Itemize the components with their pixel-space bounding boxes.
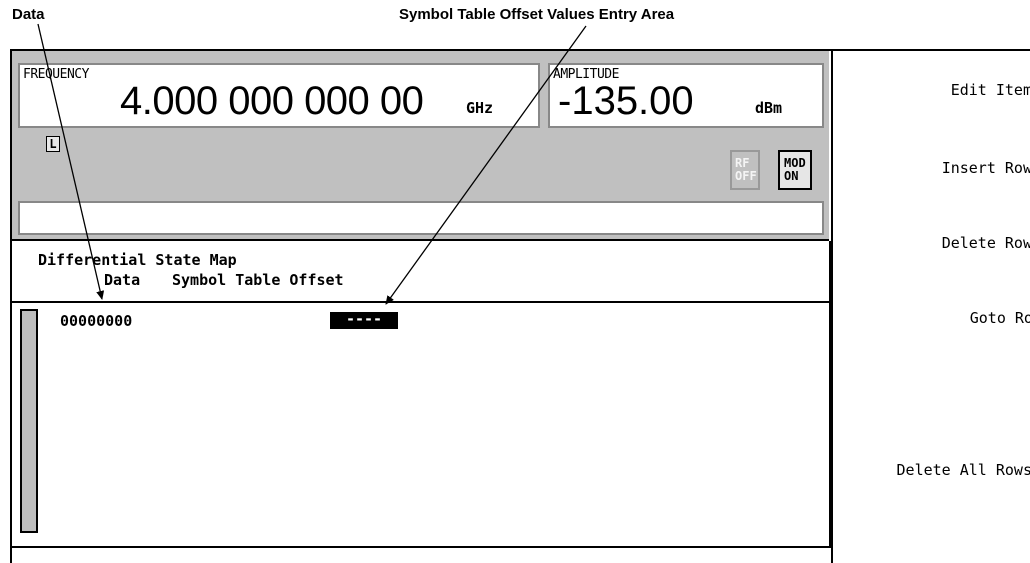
softkey-panel: Edit Item Insert Row Delete Row Goto Row…: [831, 51, 1030, 563]
amplitude-box: AMPLITUDE -135.00 dBm: [548, 63, 824, 128]
symbol-table-offset-entry-field[interactable]: ----: [330, 312, 398, 329]
table-header: Differential State Map Data Symbol Table…: [12, 241, 831, 303]
mod-on-indicator: MOD ON: [778, 150, 812, 190]
amplitude-value: -135.00: [558, 79, 694, 123]
column-header-symbol-table-offset: Symbol Table Offset: [172, 271, 344, 289]
rf-indicator-line2: OFF: [735, 169, 757, 183]
status-area: FREQUENCY 4.000 000 000 00 GHz AMPLITUDE…: [12, 51, 829, 241]
frequency-unit: GHz: [466, 99, 494, 117]
table-scrollbar[interactable]: [20, 309, 38, 533]
table-row-data-cell[interactable]: 00000000: [60, 312, 132, 330]
softkey-goto-row[interactable]: Goto Row: [970, 309, 1030, 327]
table-title: Differential State Map: [38, 251, 237, 269]
table-body: 00000000 ----: [12, 303, 831, 548]
softkey-delete-all-rows[interactable]: Delete All Rows: [897, 461, 1030, 479]
softkey-insert-row[interactable]: Insert Row: [942, 159, 1030, 177]
callout-symbol-table-offset-label: Symbol Table Offset Values Entry Area: [399, 6, 675, 23]
rf-off-indicator: RF OFF: [730, 150, 760, 190]
mod-indicator-line2: ON: [784, 169, 799, 183]
frequency-box: FREQUENCY 4.000 000 000 00 GHz: [18, 63, 540, 128]
amplitude-unit: dBm: [755, 99, 783, 117]
instrument-display: FREQUENCY 4.000 000 000 00 GHz AMPLITUDE…: [10, 49, 1030, 563]
local-indicator: L: [46, 136, 60, 152]
softkey-delete-row[interactable]: Delete Row: [942, 234, 1030, 252]
frequency-label: FREQUENCY: [23, 67, 89, 82]
frequency-value: 4.000 000 000 00: [120, 79, 424, 123]
column-header-data: Data: [104, 271, 141, 289]
message-line: [18, 201, 824, 235]
softkey-edit-item[interactable]: Edit Item: [951, 81, 1030, 99]
callout-data-label: Data: [12, 6, 45, 23]
